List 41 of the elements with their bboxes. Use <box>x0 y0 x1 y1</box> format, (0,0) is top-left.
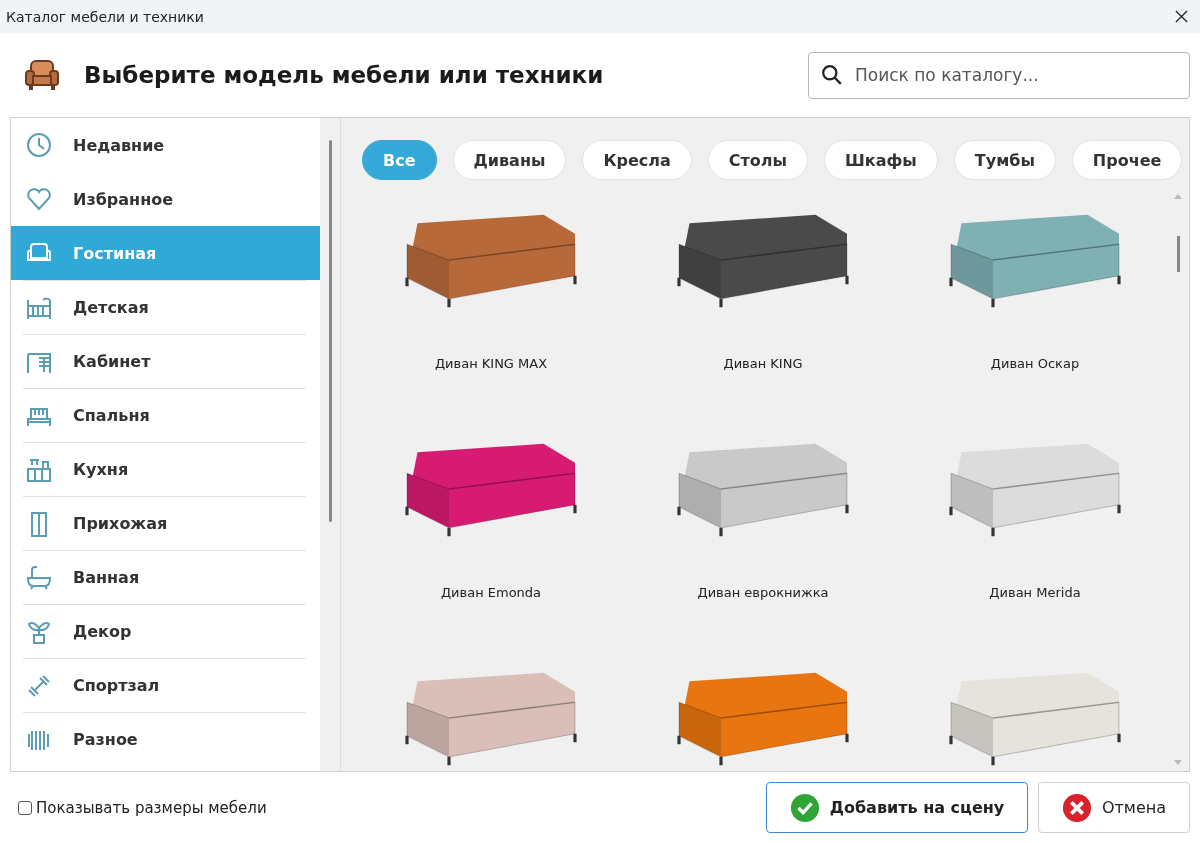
category-item[interactable]: Декор <box>23 604 306 658</box>
close-icon <box>1061 792 1092 823</box>
filter-chip[interactable]: Кресла <box>582 140 692 180</box>
cancel-button[interactable]: Отмена <box>1038 782 1190 833</box>
checkmark-icon <box>789 792 820 823</box>
checkbox-label: Показывать размеры мебели <box>36 798 267 817</box>
search-icon <box>821 64 843 86</box>
search-input[interactable]: Поиск по каталогу... <box>853 64 1177 86</box>
window-title: Каталог мебели и техники <box>6 8 204 25</box>
category-item[interactable]: Детская <box>23 280 306 334</box>
product-name: Диван еврокнижка <box>697 585 829 600</box>
category-item[interactable]: Ванная <box>23 550 306 604</box>
filter-chip[interactable]: Столы <box>707 140 809 180</box>
dialog-heading: Выберите модель мебели или техники <box>84 62 605 88</box>
filter-chip[interactable]: Прочее <box>1071 140 1183 180</box>
product-name: Диван Оскар <box>990 356 1080 371</box>
product-name: Диван KING MAX <box>434 356 548 371</box>
category-item[interactable]: Недавние <box>11 118 306 172</box>
filter-chip[interactable]: Шкафы <box>824 140 938 180</box>
category-item[interactable]: Кабинет <box>23 334 306 388</box>
filter-chip[interactable]: Тумбы <box>953 140 1056 180</box>
scroll-up-icon[interactable] <box>1173 192 1183 200</box>
product-name: Диван Merida <box>989 585 1081 600</box>
add-button[interactable]: Добавить на сцену <box>766 782 1028 833</box>
close-icon[interactable] <box>1175 10 1188 23</box>
category-item[interactable]: Спортзал <box>23 658 306 712</box>
category-icon <box>25 185 53 213</box>
checkbox[interactable] <box>18 800 32 815</box>
category-icon <box>25 131 53 159</box>
category-item[interactable]: Избранное <box>11 172 306 226</box>
category-icon <box>25 563 53 592</box>
filter-chip[interactable]: Диваны <box>452 140 567 180</box>
category-item[interactable]: Прихожая <box>23 496 306 550</box>
scroll-down-icon[interactable] <box>1173 759 1183 767</box>
product-name: Диван Emonda <box>440 585 542 600</box>
category-item[interactable]: Разное <box>23 712 306 766</box>
search-field[interactable]: Поиск по каталогу... <box>808 51 1190 99</box>
product-name: Диван KING <box>723 356 803 371</box>
category-item[interactable]: Кухня <box>23 442 306 496</box>
armchair-icon <box>24 57 60 93</box>
category-item[interactable]: Спальня <box>23 388 306 442</box>
